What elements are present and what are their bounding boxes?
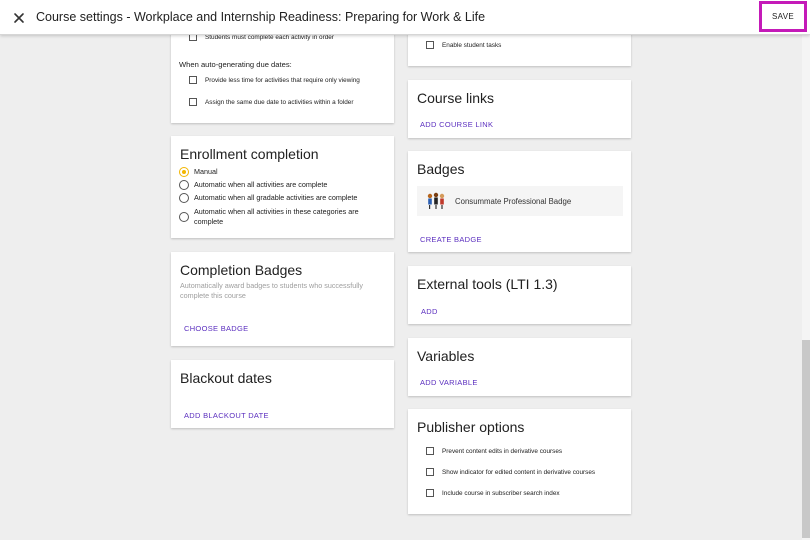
completion-badges-card: Completion Badges Automatically award ba… [171, 252, 394, 346]
same-due-date-label: Assign the same due date to activities w… [205, 98, 354, 106]
variables-title: Variables [417, 348, 475, 364]
add-external-tool-button[interactable]: ADD [421, 307, 438, 316]
radio-gradable[interactable] [179, 193, 189, 203]
less-time-label: Provide less time for activities that re… [205, 76, 360, 84]
radio-categories[interactable] [179, 212, 189, 222]
enrollment-title: Enrollment completion [180, 146, 319, 162]
external-tools-title: External tools (LTI 1.3) [417, 276, 558, 292]
radio-categories-label: Automatic when all activities in these c… [194, 207, 359, 226]
external-tools-card: External tools (LTI 1.3) ADD [408, 266, 631, 324]
show-indicator-checkbox[interactable] [426, 468, 434, 476]
prevent-edits-label: Prevent content edits in derivative cour… [442, 447, 563, 455]
add-variable-button[interactable]: ADD VARIABLE [420, 378, 478, 387]
radio-gradable-label: Automatic when all gradable activities a… [194, 193, 358, 202]
scrollbar-thumb[interactable] [802, 340, 810, 538]
enrollment-option-gradable[interactable]: Automatic when all gradable activities a… [179, 193, 357, 203]
add-blackout-date-button[interactable]: ADD BLACKOUT DATE [184, 411, 269, 420]
save-button[interactable]: SAVE [759, 1, 807, 32]
top-app-bar: Course settings - Workplace and Internsh… [0, 0, 810, 35]
include-search-checkbox[interactable] [426, 489, 434, 497]
prevent-edits-checkbox[interactable] [426, 447, 434, 455]
less-time-checkbox[interactable] [189, 76, 197, 84]
radio-manual[interactable] [179, 167, 189, 177]
same-due-date-row[interactable]: Assign the same due date to activities w… [189, 98, 354, 106]
course-links-card: Course links ADD COURSE LINK [408, 80, 631, 138]
variables-card: Variables ADD VARIABLE [408, 338, 631, 396]
choose-badge-button[interactable]: CHOOSE BADGE [184, 324, 248, 333]
prevent-edits-row[interactable]: Prevent content edits in derivative cour… [426, 447, 562, 455]
activity-settings-card: Students must complete each activity in … [171, 25, 394, 123]
enable-tasks-checkbox[interactable] [426, 41, 434, 49]
badge-people-icon [427, 192, 445, 209]
enable-tasks-label: Enable student tasks [442, 41, 502, 49]
page-title: Course settings - Workplace and Internsh… [36, 10, 486, 24]
enrollment-completion-card: Enrollment completion Manual Automatic w… [171, 136, 394, 238]
badges-title: Badges [417, 161, 465, 177]
radio-manual-label: Manual [194, 167, 218, 176]
create-badge-button[interactable]: CREATE BADGE [420, 235, 482, 244]
less-time-row[interactable]: Provide less time for activities that re… [189, 76, 360, 84]
enrollment-option-categories[interactable]: Automatic when all activities in these c… [179, 207, 379, 227]
enrollment-option-all-activities[interactable]: Automatic when all activities are comple… [179, 180, 327, 190]
enable-tasks-row[interactable]: Enable student tasks [426, 41, 501, 49]
radio-all-activities-label: Automatic when all activities are comple… [194, 180, 328, 189]
include-search-label: Include course in subscriber search inde… [442, 489, 560, 497]
completion-badges-description: Automatically award badges to students w… [180, 281, 363, 300]
show-indicator-row[interactable]: Show indicator for edited content in der… [426, 468, 595, 476]
blackout-dates-card: Blackout dates ADD BLACKOUT DATE [171, 360, 394, 428]
include-search-row[interactable]: Include course in subscriber search inde… [426, 489, 560, 497]
same-due-date-checkbox[interactable] [189, 98, 197, 106]
course-links-title: Course links [417, 90, 495, 106]
badge-name: Consummate Professional Badge [455, 196, 572, 206]
close-icon [14, 13, 24, 23]
publisher-options-card: Publisher options Prevent content edits … [408, 409, 631, 514]
close-button[interactable] [9, 8, 29, 28]
publisher-title: Publisher options [417, 419, 525, 435]
blackout-title: Blackout dates [180, 370, 272, 386]
completion-badges-title: Completion Badges [180, 262, 303, 278]
radio-all-activities[interactable] [179, 180, 189, 190]
show-indicator-label: Show indicator for edited content in der… [442, 468, 596, 476]
autogen-heading: When auto-generating due dates: [179, 60, 292, 69]
badge-list-item[interactable]: Consummate Professional Badge [417, 186, 623, 216]
add-course-link-button[interactable]: ADD COURSE LINK [420, 120, 493, 129]
enrollment-option-manual[interactable]: Manual [179, 167, 218, 177]
badges-card: Badges Consummate Professional Badge CRE… [408, 151, 631, 252]
